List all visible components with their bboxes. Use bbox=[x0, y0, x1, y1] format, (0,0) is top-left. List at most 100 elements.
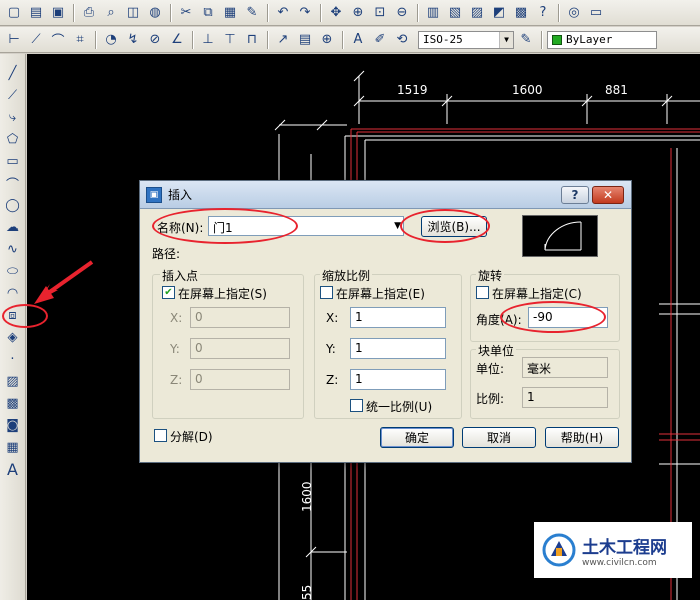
redo-icon[interactable]: ↷ bbox=[295, 3, 315, 23]
uniform-scale-checkbox[interactable]: ✔ bbox=[350, 399, 363, 412]
insertion-y-label: Y: bbox=[170, 342, 180, 356]
toolbar-separator bbox=[417, 3, 418, 22]
insertion-y-field[interactable]: 0 bbox=[190, 338, 290, 359]
browse-button[interactable]: 浏览(B)... bbox=[421, 216, 487, 237]
dialog-titlebar[interactable]: ▣ 插入 bbox=[140, 181, 631, 209]
layer-value: ByLayer bbox=[566, 33, 613, 46]
rotation-on-screen-label: 在屏幕上指定(C) bbox=[492, 287, 582, 301]
workspace-icon[interactable]: ◎ bbox=[564, 3, 584, 23]
scale-on-screen-label: 在屏幕上指定(E) bbox=[336, 287, 425, 301]
markup-icon[interactable]: ◩ bbox=[489, 3, 509, 23]
dimension-label-1: 1519 bbox=[397, 83, 428, 97]
undo-icon[interactable]: ↶ bbox=[273, 3, 293, 23]
scale-on-screen-checkbox[interactable]: ✔ bbox=[320, 286, 333, 299]
toolbar-separator bbox=[558, 3, 559, 22]
dimension-label-2: 1600 bbox=[512, 83, 543, 97]
continue-dimension-icon[interactable]: ⊓ bbox=[242, 30, 262, 50]
block-preview bbox=[522, 215, 598, 257]
web-publish-icon[interactable]: ◍ bbox=[145, 3, 165, 23]
dimension-update-icon[interactable]: ⟲ bbox=[392, 30, 412, 50]
gradient-icon[interactable]: ▩ bbox=[2, 392, 24, 414]
help-icon[interactable]: ? bbox=[533, 3, 553, 23]
scale-x-field[interactable]: 1 bbox=[350, 307, 446, 328]
dimension-edit-icon[interactable]: A bbox=[348, 30, 368, 50]
door-block-preview-icon bbox=[544, 221, 582, 251]
dimension-label-vertical: 1600 bbox=[300, 481, 314, 512]
insertion-on-screen-checkbox[interactable]: ✔ bbox=[162, 286, 175, 299]
cancel-button[interactable]: 取消 bbox=[462, 427, 536, 448]
dimension-style-value: ISO-25 bbox=[423, 33, 463, 46]
insertion-x-label: X: bbox=[170, 311, 183, 325]
dialog-title: 插入 bbox=[168, 188, 193, 202]
toolbar-separator bbox=[267, 30, 268, 49]
match-properties-icon[interactable]: ✎ bbox=[242, 3, 262, 23]
dialog-close-button[interactable]: ✕ bbox=[592, 186, 624, 204]
region-icon[interactable]: ◙ bbox=[2, 414, 24, 436]
ok-button[interactable]: 确定 bbox=[380, 427, 454, 448]
dimension-style-icon[interactable]: ✎ bbox=[516, 30, 536, 50]
chevron-down-icon[interactable]: ▼ bbox=[394, 217, 401, 235]
name-label: 名称(N): bbox=[157, 221, 204, 235]
cut-icon[interactable]: ✂ bbox=[176, 3, 196, 23]
diameter-dimension-icon[interactable]: ⊘ bbox=[145, 30, 165, 50]
center-mark-icon[interactable]: ⊕ bbox=[317, 30, 337, 50]
watermark-title: 土木工程网 bbox=[582, 537, 667, 558]
help-button[interactable]: 帮助(H) bbox=[545, 427, 619, 448]
zoom-realtime-icon[interactable]: ⊕ bbox=[348, 3, 368, 23]
explode-label: 分解(D) bbox=[170, 430, 213, 444]
toolbar-separator bbox=[320, 3, 321, 22]
publish-icon[interactable]: ◫ bbox=[123, 3, 143, 23]
panel-icon[interactable]: ▭ bbox=[586, 3, 606, 23]
zoom-window-icon[interactable]: ⊡ bbox=[370, 3, 390, 23]
angle-field[interactable]: -90 bbox=[528, 307, 608, 328]
tool-palettes-icon[interactable]: ▨ bbox=[467, 3, 487, 23]
zoom-previous-icon[interactable]: ⊖ bbox=[392, 3, 412, 23]
scale-title: 缩放比例 bbox=[320, 267, 373, 284]
insertion-z-field[interactable]: 0 bbox=[190, 369, 290, 390]
calculator-icon[interactable]: ▩ bbox=[511, 3, 531, 23]
insertion-point-title: 插入点 bbox=[160, 267, 201, 284]
insertion-z-label: Z: bbox=[170, 373, 183, 387]
watermark-text: 土木工程网 www.civilcn.com bbox=[582, 533, 667, 568]
copy-icon[interactable]: ⧉ bbox=[198, 3, 218, 23]
watermark-url: www.civilcn.com bbox=[582, 557, 657, 568]
insertion-on-screen-label: 在屏幕上指定(S) bbox=[178, 287, 267, 301]
dialog-help-button[interactable]: ? bbox=[561, 186, 589, 204]
tolerance-icon[interactable]: ▤ bbox=[295, 30, 315, 50]
quick-leader-icon[interactable]: ↗ bbox=[273, 30, 293, 50]
hatch-icon[interactable]: ▨ bbox=[2, 370, 24, 392]
scale-z-label: Z: bbox=[326, 373, 339, 387]
properties-icon[interactable]: ▥ bbox=[423, 3, 443, 23]
scale-z-field[interactable]: 1 bbox=[350, 369, 446, 390]
toolbar-separator bbox=[342, 30, 343, 49]
rotation-on-screen-checkbox[interactable]: ✔ bbox=[476, 286, 489, 299]
scale-y-field[interactable]: 1 bbox=[350, 338, 446, 359]
dimension-style-select[interactable]: ISO-25 ▼ bbox=[418, 30, 514, 49]
chevron-down-icon[interactable]: ▼ bbox=[499, 31, 513, 48]
dimension-text-edit-icon[interactable]: ✐ bbox=[370, 30, 390, 50]
point-icon[interactable]: · bbox=[2, 348, 24, 370]
explode-checkbox[interactable]: ✔ bbox=[154, 429, 167, 442]
quick-dimension-icon[interactable]: ⊥ bbox=[198, 30, 218, 50]
site-logo-icon bbox=[542, 533, 576, 567]
dimension-label-3: 881 bbox=[605, 83, 628, 97]
uniform-scale-label: 统一比例(U) bbox=[366, 400, 433, 414]
block-unit-title: 块单位 bbox=[476, 342, 517, 359]
paste-icon[interactable]: ▦ bbox=[220, 3, 240, 23]
block-name-select[interactable]: 门1 ▼ bbox=[208, 216, 404, 236]
toolbar-separator bbox=[267, 3, 268, 22]
insertion-x-field[interactable]: 0 bbox=[190, 307, 290, 328]
scale-y-label: Y: bbox=[326, 342, 336, 356]
angle-label: 角度(A): bbox=[476, 313, 522, 327]
insert-block-icon: ▣ bbox=[146, 186, 162, 203]
multiline-text-icon[interactable]: A bbox=[2, 458, 24, 480]
angular-dimension-icon[interactable]: ∠ bbox=[167, 30, 187, 50]
design-center-icon[interactable]: ▧ bbox=[445, 3, 465, 23]
toolbar-separator bbox=[170, 3, 171, 22]
baseline-dimension-icon[interactable]: ⊤ bbox=[220, 30, 240, 50]
table-icon[interactable]: ▦ bbox=[2, 436, 24, 458]
pan-icon[interactable]: ✥ bbox=[326, 3, 346, 23]
block-name-value: 门1 bbox=[213, 221, 233, 235]
layer-select[interactable]: ByLayer bbox=[547, 30, 657, 49]
jogged-dimension-icon[interactable]: ↯ bbox=[123, 30, 143, 50]
